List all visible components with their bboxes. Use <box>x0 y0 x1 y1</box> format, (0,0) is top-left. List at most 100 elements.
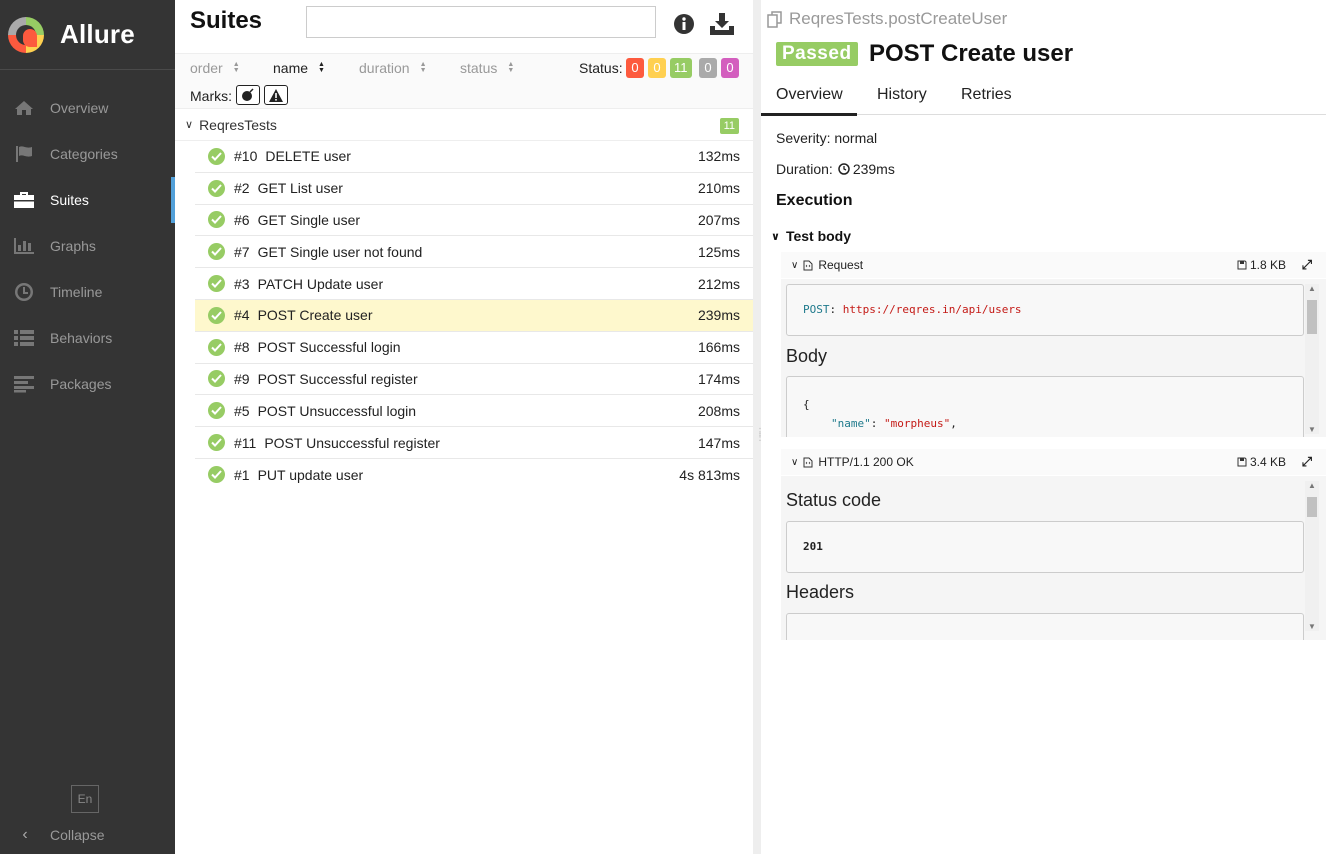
test-name: POST Successful register <box>257 370 418 387</box>
sort-name[interactable]: name ▲ ▼ <box>273 60 325 76</box>
sidebar-item-packages[interactable]: Packages <box>0 361 175 407</box>
request-scrollbar[interactable]: ▲ ▼ <box>1305 284 1319 434</box>
test-name: POST Unsuccessful login <box>257 402 417 419</box>
status-filter-skipped[interactable]: 0 <box>699 58 717 78</box>
collapse-button[interactable]: ‹ Collapse <box>0 816 175 854</box>
passed-check-icon <box>208 275 225 293</box>
tab-overview[interactable]: Overview <box>761 86 857 116</box>
tab-history[interactable]: History <box>877 86 927 104</box>
request-size: 1.8 KB <box>1237 258 1286 272</box>
status-filter-broken[interactable]: 0 <box>648 58 666 78</box>
test-row[interactable]: #7 GET Single user not found 125ms <box>195 236 755 269</box>
new-failed-mark-button[interactable] <box>264 85 288 105</box>
breadcrumb[interactable]: ReqresTests.postCreateUser <box>767 9 1007 29</box>
test-number: #10 <box>234 148 258 165</box>
scroll-down-icon[interactable]: ▼ <box>1308 425 1316 434</box>
test-row[interactable]: #10 DELETE user 132ms <box>195 141 755 173</box>
test-duration: 132ms <box>697 148 740 165</box>
test-duration: 207ms <box>697 211 740 228</box>
brand-name: Allure <box>60 19 135 49</box>
tab-retries[interactable]: Retries <box>961 86 1012 104</box>
sidebar-item-label: Packages <box>50 376 112 392</box>
headers-heading: Headers <box>786 582 855 602</box>
expand-icon[interactable]: ⤢ <box>1302 454 1312 470</box>
body-heading: Body <box>786 346 828 366</box>
sidebar-item-overview[interactable]: Overview <box>0 85 175 131</box>
scroll-thumb[interactable] <box>1307 497 1317 517</box>
sort-status-label: status <box>460 60 498 76</box>
test-title: POST Create user <box>869 40 1074 67</box>
status-filter-failed[interactable]: 0 <box>626 58 644 78</box>
sidebar-item-graphs[interactable]: Graphs <box>0 223 175 269</box>
response-attachment-header[interactable]: ∨ HTTP/1.1 200 OK 3.4 KB ⤢ <box>781 449 1326 475</box>
test-row[interactable]: #2 GET List user 210ms <box>195 173 755 205</box>
search-input[interactable] <box>306 6 656 38</box>
test-name: GET Single user not found <box>257 243 423 260</box>
test-number: #5 <box>234 402 250 419</box>
download-icon[interactable] <box>709 12 735 36</box>
test-row[interactable]: #8 POST Successful login 166ms <box>195 332 755 364</box>
json-key: "name" <box>831 417 871 430</box>
sort-duration[interactable]: duration ▲ ▼ <box>359 60 427 76</box>
test-number: #2 <box>234 180 250 197</box>
sort-order-label: order <box>190 60 223 76</box>
home-icon <box>13 98 35 118</box>
status-filter-passed[interactable]: 11 <box>670 58 692 78</box>
status-code-heading: Status code <box>786 490 882 510</box>
test-row[interactable]: #9 POST Successful register 174ms <box>195 364 755 396</box>
scroll-up-icon[interactable]: ▲ <box>1308 481 1316 490</box>
scroll-down-icon[interactable]: ▼ <box>1308 622 1316 631</box>
test-number: #11 <box>234 434 257 451</box>
file-code-icon <box>803 457 813 467</box>
test-row[interactable]: #11 POST Unsuccessful register 147ms <box>195 427 755 459</box>
test-row[interactable]: #3 PATCH Update user 212ms <box>195 268 755 300</box>
suite-group[interactable]: ∨ ReqresTests 11 <box>175 109 755 141</box>
test-detail-pane: ReqresTests.postCreateUser Passed POST C… <box>761 0 1326 854</box>
brand[interactable]: Allure <box>0 0 175 70</box>
chevron-down-icon: ∨ <box>791 456 799 468</box>
sidebar-item-label: Graphs <box>50 238 96 254</box>
request-line: POST: https://reqres.in/api/users <box>786 284 1304 336</box>
test-row-selected[interactable]: #4 POST Create user 239ms <box>195 299 755 332</box>
sort-order[interactable]: order ▲ ▼ <box>190 60 240 76</box>
sort-arrows-icon: ▲ ▼ <box>232 61 240 74</box>
sidebar-item-label: Timeline <box>50 284 103 300</box>
duration: Duration: 239ms <box>776 161 895 177</box>
status-code-value: 201 <box>786 521 1304 573</box>
test-name: PUT update user <box>257 466 364 483</box>
status-filter-unknown[interactable]: 0 <box>721 58 739 78</box>
info-icon[interactable] <box>673 13 695 35</box>
chevron-down-icon: ∨ <box>791 259 799 271</box>
passed-check-icon <box>208 338 225 356</box>
test-name: POST Create user <box>257 307 373 324</box>
test-duration: 166ms <box>697 339 740 356</box>
scroll-up-icon[interactable]: ▲ <box>1308 284 1316 293</box>
allure-logo-icon <box>8 16 44 53</box>
suites-header: Suites <box>175 0 755 54</box>
test-body-toggle[interactable]: ∨ Test body <box>771 228 851 244</box>
language-button[interactable]: En <box>71 785 99 813</box>
test-number: #3 <box>234 275 250 292</box>
sidebar-item-timeline[interactable]: Timeline <box>0 269 175 315</box>
test-row[interactable]: #1 PUT update user 4s 813ms <box>195 459 755 491</box>
duration-value: 239ms <box>852 161 895 177</box>
request-attachment-header[interactable]: ∨ Request 1.8 KB ⤢ <box>781 252 1326 278</box>
flaky-mark-button[interactable] <box>236 85 260 105</box>
test-duration: 208ms <box>697 402 740 419</box>
chevron-down-icon: ∨ <box>771 230 780 243</box>
test-row[interactable]: #5 POST Unsuccessful login 208ms <box>195 395 755 428</box>
test-duration: 174ms <box>697 370 740 387</box>
test-row[interactable]: #6 GET Single user 207ms <box>195 205 755 237</box>
test-name: POST Successful login <box>257 339 401 356</box>
sidebar-item-behaviors[interactable]: Behaviors <box>0 315 175 361</box>
sort-status[interactable]: status ▲ ▼ <box>460 60 514 76</box>
page-title: Suites <box>190 7 263 34</box>
test-name: DELETE user <box>265 148 351 165</box>
response-scrollbar[interactable]: ▲ ▼ <box>1305 481 1319 631</box>
expand-icon[interactable]: ⤢ <box>1302 257 1312 273</box>
sidebar-item-categories[interactable]: Categories <box>0 131 175 177</box>
scroll-thumb[interactable] <box>1307 300 1317 334</box>
sidebar-item-suites[interactable]: Suites <box>0 177 175 223</box>
file-code-icon <box>803 260 813 270</box>
breadcrumb-text: ReqresTests.postCreateUser <box>789 9 1008 28</box>
